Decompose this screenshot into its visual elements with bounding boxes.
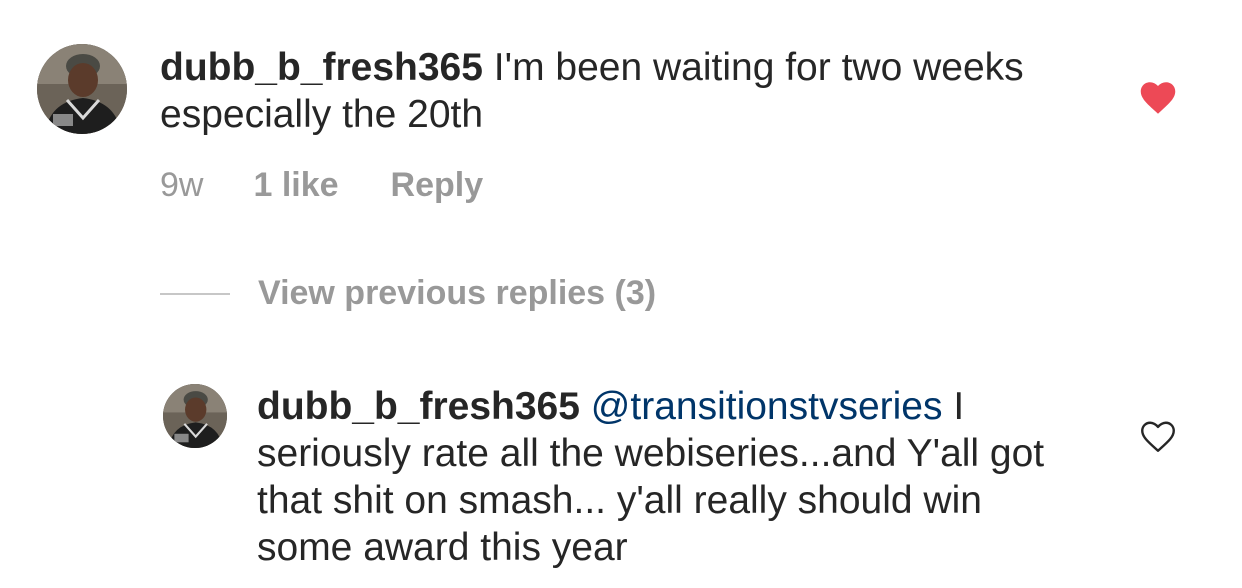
reply-username[interactable]: dubb_b_fresh365 xyxy=(257,385,580,428)
reply-text: dubb_b_fresh365 @transitionstvseries I s… xyxy=(257,383,1087,571)
view-previous-replies[interactable]: View previous replies (3) xyxy=(160,274,656,313)
user-avatar-icon xyxy=(163,384,227,448)
comment-username[interactable]: dubb_b_fresh365 xyxy=(160,46,483,89)
comment-avatar[interactable] xyxy=(37,44,127,134)
heart-outline-icon[interactable] xyxy=(1140,420,1176,454)
view-replies-label[interactable]: View previous replies (3) xyxy=(258,274,656,313)
thread-divider-line xyxy=(160,292,230,295)
reply-avatar[interactable] xyxy=(163,384,227,448)
reply-mention-link[interactable]: @transitionstvseries xyxy=(591,385,943,428)
comment-likes-link[interactable]: 1 like xyxy=(253,166,338,205)
comment-meta: 9w 1 like Reply xyxy=(160,166,483,205)
reply-button[interactable]: Reply xyxy=(391,166,484,205)
heart-filled-icon[interactable] xyxy=(1140,81,1176,115)
comment-age: 9w xyxy=(160,166,204,204)
user-avatar-icon xyxy=(37,44,127,134)
comment-text: dubb_b_fresh365 I'm been waiting for two… xyxy=(160,44,1060,138)
